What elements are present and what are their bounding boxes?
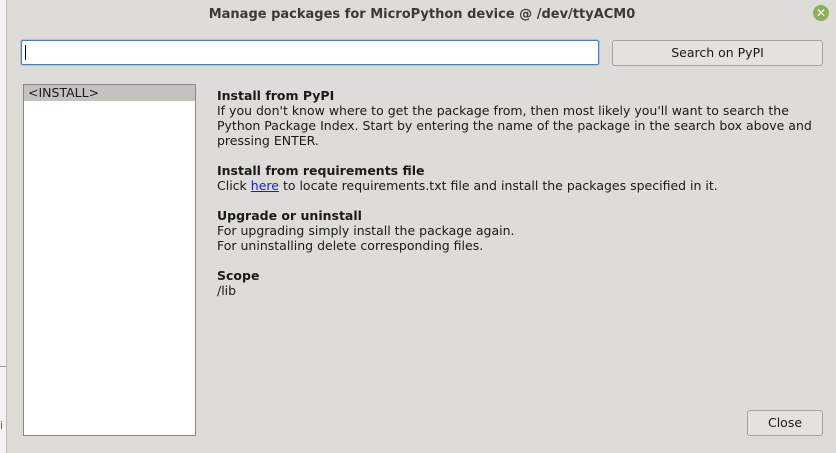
upgrade-heading: Upgrade or uninstall <box>217 208 362 223</box>
install-requirements-heading: Install from requirements file <box>217 163 425 178</box>
install-pypi-text: If you don't know where to get the packa… <box>217 103 812 148</box>
upgrade-line-1: For upgrading simply install the package… <box>217 223 515 238</box>
requirements-suffix: to locate requirements.txt file and inst… <box>282 178 718 193</box>
install-pypi-section: Install from PyPI If you don't know wher… <box>217 88 827 148</box>
upgrade-line-2: For uninstalling delete corresponding fi… <box>217 238 484 253</box>
window-close-icon[interactable]: ✕ <box>813 5 829 21</box>
search-pypi-button[interactable]: Search on PyPI <box>612 40 823 66</box>
package-list[interactable]: <INSTALL> <box>23 84 196 436</box>
title-bar: Manage packages for MicroPython device @… <box>7 0 836 30</box>
scope-heading: Scope <box>217 268 260 283</box>
install-requirements-section: Install from requirements file Click her… <box>217 163 827 193</box>
package-search-input[interactable] <box>21 40 599 65</box>
dialog-title: Manage packages for MicroPython device @… <box>208 7 636 22</box>
install-requirements-text: Click here to locate requirements.txt fi… <box>217 178 827 193</box>
install-pypi-heading: Install from PyPI <box>217 88 335 103</box>
text-cursor <box>25 45 26 60</box>
close-button[interactable]: Close <box>747 410 823 436</box>
requirements-prefix: Click <box>217 178 247 193</box>
upgrade-section: Upgrade or uninstall For upgrading simpl… <box>217 208 827 253</box>
manage-packages-dialog: Manage packages for MicroPython device @… <box>6 0 836 453</box>
info-panel: Install from PyPI If you don't know wher… <box>217 88 827 313</box>
scope-value: /lib <box>217 283 237 298</box>
background-text-fragment: i <box>0 420 4 432</box>
requirements-here-link[interactable]: here <box>251 178 279 193</box>
scope-section: Scope /lib <box>217 268 827 298</box>
list-item-install[interactable]: <INSTALL> <box>24 85 195 101</box>
